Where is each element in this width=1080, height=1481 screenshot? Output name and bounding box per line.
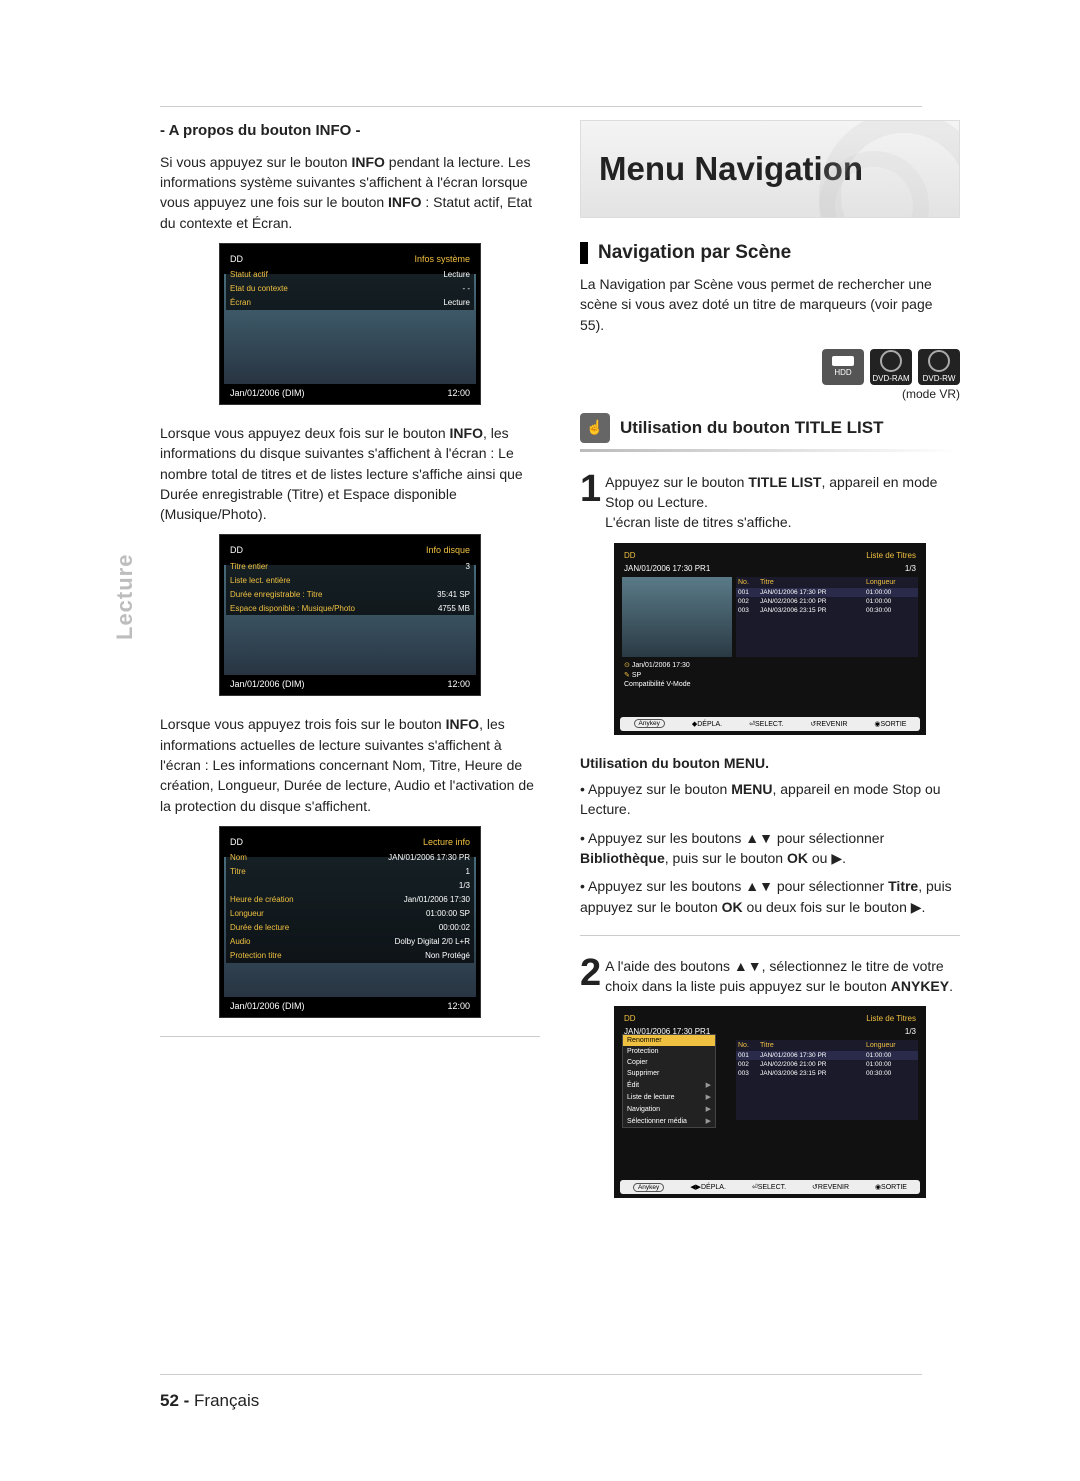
nav-scene-desc: La Navigation par Scène vous permet de r…: [580, 274, 960, 335]
mode-vr-label: (mode VR): [580, 387, 960, 401]
step-1: 1 Appuyez sur le bouton TITLE LIST, appa…: [580, 470, 960, 533]
side-tab-lecture: Lecture: [112, 554, 138, 640]
screenshot-title-list: DDListe de Titres JAN/01/2006 17:30 PR11…: [614, 543, 926, 735]
info-button-heading: - A propos du bouton INFO -: [160, 120, 540, 142]
screenshot-title-list-anykey: DDListe de Titres JAN/01/2006 17:30 PR11…: [614, 1006, 926, 1198]
info-para-2: Lorsque vous appuyez deux fois sur le bo…: [160, 423, 540, 524]
menu-bullets: • Appuyez sur le bouton MENU, appareil e…: [580, 779, 960, 917]
screenshot-playback-info: DDLecture info NomJAN/01/2006 17:30 PR T…: [219, 826, 481, 1018]
media-compat-icons: HDD DVD-RAM DVD-RW: [580, 349, 960, 385]
hdd-icon: HDD: [822, 349, 864, 385]
dvd-ram-icon: DVD-RAM: [870, 349, 912, 385]
dvd-rw-icon: DVD-RW: [918, 349, 960, 385]
step-2: 2 A l'aide des boutons ▲▼, sélectionnez …: [580, 954, 960, 997]
screenshot-disc-info: DDInfo disque Titre entier3 Liste lect. …: [219, 534, 481, 696]
hand-icon: ☝: [580, 413, 610, 443]
subheading-title-list: ☝ Utilisation du bouton TITLE LIST: [580, 413, 960, 443]
section-title-menu-navigation: Menu Navigation: [580, 120, 960, 218]
anykey-popup-menu: Renommer Protection Copier Supprimer Édi…: [622, 1034, 716, 1128]
subhead-menu-button: Utilisation du bouton MENU.: [580, 753, 960, 773]
info-para-1: Si vous appuyez sur le bouton INFO penda…: [160, 152, 540, 233]
page-number: 52 - Français: [160, 1391, 259, 1411]
screenshot-system-info: DDInfos système Statut actifLecture Etat…: [219, 243, 481, 405]
heading-navigation-scene: Navigation par Scène: [580, 242, 960, 264]
info-para-3: Lorsque vous appuyez trois fois sur le b…: [160, 714, 540, 815]
